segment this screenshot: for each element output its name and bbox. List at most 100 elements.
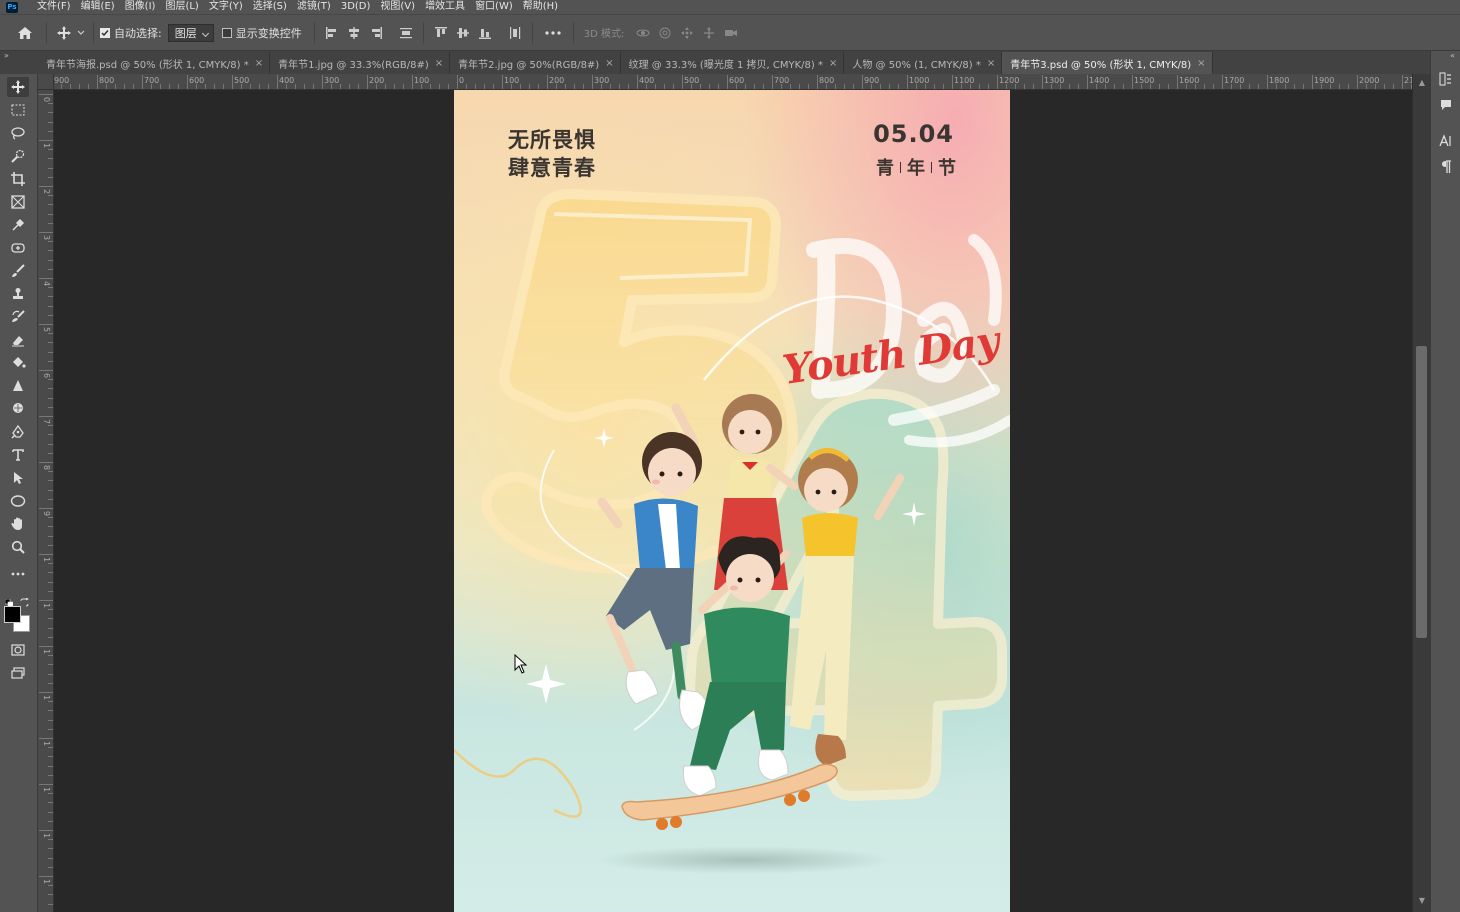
menu-help[interactable]: 帮助(H)	[518, 0, 563, 14]
character-panel-icon[interactable]	[1438, 133, 1454, 149]
dodge-tool-icon[interactable]	[7, 399, 29, 419]
ruler-origin[interactable]	[38, 74, 54, 90]
healing-brush-tool-icon[interactable]	[7, 238, 29, 258]
chevron-down-icon[interactable]	[75, 22, 87, 44]
more-tools-icon[interactable]	[7, 564, 29, 584]
show-transform-checkbox[interactable]	[221, 27, 232, 38]
align-top-icon[interactable]	[430, 22, 452, 44]
3d-orbit-icon[interactable]	[632, 22, 654, 44]
history-panel-icon[interactable]	[1438, 71, 1454, 87]
paint-bucket-tool-icon[interactable]	[7, 353, 29, 373]
align-right-icon[interactable]	[365, 22, 387, 44]
ruler-minor-tick	[48, 526, 53, 528]
brush-tool-icon[interactable]	[7, 261, 29, 281]
ruler-horizontal[interactable]: 900 800 700 600 500 400 300 200 100 0 100 200 300 400…	[38, 74, 1412, 90]
tab-document-4[interactable]: 纹理 @ 33.3% (曝光度 1 拷贝, CMYK/8) * ×	[620, 52, 845, 74]
auto-select-checkbox[interactable]	[100, 27, 110, 38]
ruler-label: 1400	[1089, 76, 1110, 85]
poster-artboard[interactable]: 无所畏惧 肆意青春 05.04 青 年 节 Youth Day	[454, 90, 1010, 912]
menu-edit[interactable]: 编辑(E)	[76, 0, 120, 14]
align-bottom-icon[interactable]	[474, 22, 496, 44]
show-transform-option[interactable]: 显示变换控件	[221, 25, 302, 41]
collapse-panels-icon[interactable]: «	[1450, 51, 1455, 60]
menu-plugins[interactable]: 增效工具	[420, 0, 470, 14]
move-tool-preset-icon[interactable]	[53, 22, 75, 44]
distribute-h-icon[interactable]	[504, 22, 526, 44]
ruler-minor-tick	[48, 636, 53, 638]
hand-tool-icon[interactable]	[7, 514, 29, 534]
3d-roll-icon[interactable]	[654, 22, 676, 44]
align-left-icon[interactable]	[321, 22, 343, 44]
pen-tool-icon[interactable]	[7, 422, 29, 442]
ruler-minor-tick	[1393, 84, 1394, 89]
lasso-tool-icon[interactable]	[7, 123, 29, 143]
ruler-label: 1	[42, 557, 51, 563]
menu-layer[interactable]: 图层(L)	[160, 0, 203, 14]
ruler-minor-tick	[664, 84, 665, 89]
menu-view[interactable]: 视图(V)	[375, 0, 420, 14]
zoom-tool-icon[interactable]	[7, 537, 29, 557]
close-icon[interactable]: ×	[605, 58, 613, 69]
close-icon[interactable]: ×	[255, 58, 263, 69]
ellipse-tool-icon[interactable]	[7, 491, 29, 511]
menu-type[interactable]: 文字(Y)	[204, 0, 248, 14]
crop-tool-icon[interactable]	[7, 169, 29, 189]
eraser-tool-icon[interactable]	[7, 330, 29, 350]
ruler-label: 8	[42, 465, 51, 471]
menu-image[interactable]: 图像(I)	[120, 0, 161, 14]
more-options-icon[interactable]	[539, 22, 567, 44]
ruler-label: 1700	[1224, 76, 1245, 85]
scroll-up-icon[interactable]: ▲	[1417, 78, 1427, 88]
tab-document-5[interactable]: 人物 @ 50% (1, CMYK/8) * ×	[844, 52, 1003, 74]
menu-window[interactable]: 窗口(W)	[470, 0, 518, 14]
path-select-tool-icon[interactable]	[7, 468, 29, 488]
quick-mask-icon[interactable]	[7, 640, 29, 660]
auto-select-target-dropdown[interactable]: 图层	[167, 23, 214, 42]
auto-select-option[interactable]: 自动选择:	[100, 25, 162, 41]
close-icon[interactable]: ×	[829, 58, 837, 69]
clone-stamp-tool-icon[interactable]	[7, 284, 29, 304]
comment-panel-icon[interactable]	[1438, 97, 1454, 113]
blur-tool-icon[interactable]	[7, 376, 29, 396]
3d-camera-icon[interactable]	[720, 22, 742, 44]
foreground-color-swatch[interactable]	[4, 606, 21, 623]
menu-file[interactable]: 文件(F)	[32, 0, 76, 14]
type-tool-icon[interactable]	[7, 445, 29, 465]
scroll-down-icon[interactable]: ▼	[1417, 896, 1427, 906]
canvas-area[interactable]: 无所畏惧 肆意青春 05.04 青 年 节 Youth Day	[54, 90, 1412, 912]
frame-tool-icon[interactable]	[7, 192, 29, 212]
close-icon[interactable]: ×	[1197, 58, 1205, 69]
distribute-icon[interactable]	[395, 22, 417, 44]
default-colors-icon[interactable]	[4, 592, 14, 608]
eyedropper-tool-icon[interactable]	[7, 215, 29, 235]
ruler-label: 7	[42, 419, 51, 425]
paragraph-panel-icon[interactable]	[1438, 159, 1454, 175]
align-middle-v-icon[interactable]	[452, 22, 474, 44]
ruler-vertical[interactable]: 0 1 2 3 4 5 6 7 8 9 1 1 1 1 1 1 1 1	[38, 90, 54, 912]
menu-3d[interactable]: 3D(D)	[336, 0, 376, 14]
tab-document-1[interactable]: 青年节海报.psd @ 50% (形状 1, CMYK/8) * ×	[38, 52, 271, 74]
ruler-minor-tick	[286, 84, 287, 89]
tab-document-2[interactable]: 青年节1.jpg @ 33.3%(RGB/8#) ×	[270, 52, 451, 74]
home-icon[interactable]	[14, 22, 36, 44]
close-icon[interactable]: ×	[435, 58, 443, 69]
align-center-h-icon[interactable]	[343, 22, 365, 44]
collapse-toolbar-icon[interactable]: »	[4, 51, 9, 60]
close-icon[interactable]: ×	[987, 58, 995, 69]
scroll-thumb[interactable]	[1416, 346, 1427, 638]
quick-select-tool-icon[interactable]	[7, 146, 29, 166]
3d-pan-icon[interactable]	[676, 22, 698, 44]
swap-colors-icon[interactable]	[20, 592, 30, 607]
3d-slide-icon[interactable]	[698, 22, 720, 44]
vertical-scrollbar[interactable]: ▲ ▼	[1412, 74, 1430, 912]
screen-mode-icon[interactable]	[7, 663, 29, 683]
ruler-tick	[682, 75, 683, 89]
marquee-tool-icon[interactable]	[7, 100, 29, 120]
ruler-minor-tick	[628, 84, 629, 89]
history-brush-tool-icon[interactable]	[7, 307, 29, 327]
move-tool-icon[interactable]	[7, 77, 29, 97]
tab-document-6[interactable]: 青年节3.psd @ 50% (形状 1, CMYK/8) ×	[1002, 52, 1213, 74]
tab-document-3[interactable]: 青年节2.jpg @ 50%(RGB/8#) ×	[450, 52, 621, 74]
menu-select[interactable]: 选择(S)	[248, 0, 292, 14]
menu-filter[interactable]: 滤镜(T)	[292, 0, 336, 14]
